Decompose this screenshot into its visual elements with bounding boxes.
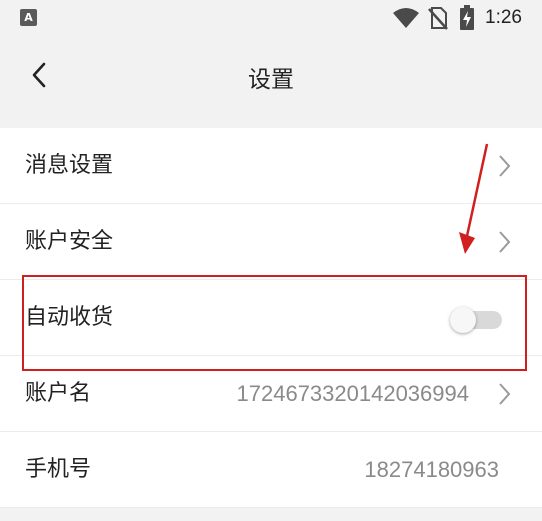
account-name-value: 17246733201420369​94 <box>236 381 469 406</box>
row-label: 消息设置 <box>25 153 114 178</box>
account-security-row[interactable]: 账户安全 <box>0 204 542 280</box>
toggle-knob <box>450 307 476 333</box>
chevron-left-icon <box>32 62 46 88</box>
auto-receive-toggle[interactable] <box>450 307 502 333</box>
header-bar: 设置 <box>0 38 542 112</box>
phone-row: 手机号 18274180963 <box>0 432 542 508</box>
chevron-right-icon <box>499 231 511 253</box>
wifi-icon <box>393 8 419 28</box>
settings-list: 消息设置 账户安全 自动收货 账户名 17246733201420369​94 … <box>0 128 542 508</box>
phone-value: 18274180963 <box>364 457 499 482</box>
chevron-right-icon <box>499 155 511 177</box>
status-time: 1:26 <box>485 7 522 28</box>
no-sim-icon <box>428 7 448 30</box>
auto-receive-row: 自动收货 <box>0 280 542 356</box>
page-title: 设置 <box>248 67 294 93</box>
status-bar: A 1:26 <box>0 0 542 38</box>
row-label: 账户名 <box>25 381 92 406</box>
back-button[interactable] <box>20 56 58 94</box>
message-settings-row[interactable]: 消息设置 <box>0 128 542 204</box>
account-name-row[interactable]: 账户名 17246733201420369​94 <box>0 356 542 432</box>
chevron-right-icon <box>499 383 511 405</box>
row-label: 自动收货 <box>25 305 114 330</box>
battery-charging-icon <box>460 5 474 30</box>
row-label: 手机号 <box>25 457 92 482</box>
app-notification-icon: A <box>20 9 37 26</box>
row-label: 账户安全 <box>25 229 114 254</box>
